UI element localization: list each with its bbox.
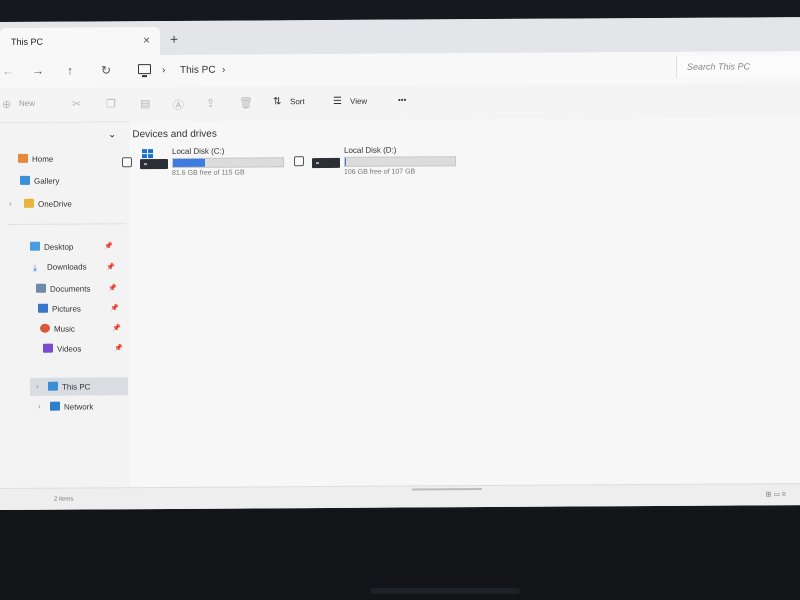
drive-checkbox[interactable] (122, 157, 132, 168)
monitor-stand (370, 588, 520, 594)
drive-item[interactable]: Local Disk (C:) 81.6 GB free of 115 GB (122, 146, 297, 191)
back-icon[interactable]: ← (2, 64, 14, 78)
tab-title: This PC (11, 36, 44, 47)
desktop-icon (30, 241, 40, 251)
drive-usage-bar (172, 157, 284, 168)
sidebar-item-desktop[interactable]: Desktop (30, 241, 74, 252)
up-icon[interactable]: ↑ (67, 64, 73, 78)
drive-checkbox[interactable] (294, 156, 304, 167)
status-bar: 2 items ⊞ ▭ ≡ (0, 483, 800, 511)
drive-name: Local Disk (D:) (344, 145, 397, 155)
rename-icon[interactable]: Ⓐ (173, 97, 184, 113)
sidebar-item-label: Network (64, 402, 94, 412)
drive-free-space: 106 GB free of 107 GB (344, 168, 416, 176)
devices-and-drives-header[interactable]: ⌄ Devices and drives (108, 129, 217, 141)
sidebar-item-label: Home (32, 154, 54, 164)
sidebar-item-home[interactable]: Home (18, 153, 54, 164)
computer-icon (48, 381, 58, 391)
computer-icon (138, 64, 151, 75)
delete-icon[interactable]: 🗑 (239, 96, 253, 109)
more-options-icon[interactable]: ••• (398, 96, 406, 105)
sidebar-item-pictures[interactable]: Pictures (38, 303, 81, 314)
new-icon[interactable]: ⊕ (2, 98, 11, 111)
content-pane: ⌄ Devices and drives Local Disk (C:) 81.6… (108, 117, 800, 488)
sidebar-item-label: OneDrive (38, 199, 72, 209)
view-button[interactable]: View (350, 97, 367, 106)
sidebar-item-network[interactable]: Network (50, 401, 94, 412)
sidebar-item-downloads[interactable]: ⤓ Downloads (33, 262, 87, 273)
pictures-icon (38, 303, 48, 313)
download-icon: ⤓ (33, 262, 37, 273)
pin-icon[interactable]: 📌 (110, 304, 119, 312)
monitor-bezel (0, 510, 800, 600)
breadcrumb-this-pc[interactable]: This PC (180, 65, 216, 76)
sidebar-item-gallery[interactable]: Gallery (20, 175, 60, 186)
address-bar: ← → ↑ ↻ › This PC › Search This PC (0, 51, 800, 88)
sidebar-item-label: Documents (50, 284, 91, 294)
drive-usage-fill (173, 158, 205, 167)
share-icon[interactable]: ⇪ (206, 97, 215, 110)
sidebar-item-label: This PC (62, 382, 91, 392)
breadcrumb-separator-icon[interactable]: › (162, 65, 165, 76)
new-tab-icon[interactable]: + (170, 31, 178, 47)
pin-icon[interactable]: 📌 (108, 284, 117, 292)
sort-icon[interactable]: ⇅ (273, 96, 281, 107)
tab-bar: This PC × + (0, 17, 800, 56)
navigation-pane: Home Gallery › OneDrive Desktop 📌 ⤓ Downl… (0, 121, 130, 488)
expand-onedrive-icon[interactable]: › (9, 199, 12, 208)
gallery-icon (20, 175, 30, 185)
sidebar-item-label: Videos (57, 344, 82, 354)
forward-icon[interactable]: → (32, 64, 44, 78)
search-box[interactable]: Search This PC (676, 55, 800, 78)
tab-this-pc[interactable]: This PC × (0, 27, 160, 56)
sidebar-item-label: Gallery (34, 176, 60, 186)
sidebar-item-label: Pictures (52, 304, 81, 314)
sidebar-divider (8, 223, 126, 225)
hard-drive-icon (140, 158, 168, 170)
drive-free-space: 81.6 GB free of 115 GB (172, 169, 245, 177)
pin-icon[interactable]: 📌 (112, 324, 121, 332)
copy-icon[interactable]: ❐ (106, 97, 116, 110)
sidebar-item-label: Desktop (44, 242, 74, 252)
windows-logo-icon (142, 149, 154, 159)
pin-icon[interactable]: 📌 (114, 344, 123, 352)
drive-usage-fill (345, 157, 347, 166)
network-icon (50, 401, 60, 411)
drive-name: Local Disk (C:) (172, 146, 225, 156)
view-toggle-icons[interactable]: ⊞ ▭ ≡ (766, 490, 786, 498)
documents-icon (36, 283, 46, 293)
new-button[interactable]: New (19, 99, 35, 108)
file-explorer-window: This PC × + ← → ↑ ↻ › This PC › Search T… (0, 17, 800, 511)
sidebar-item-label: Music (54, 324, 75, 334)
cut-icon[interactable]: ✂ (72, 98, 81, 111)
resize-handle[interactable] (412, 488, 482, 491)
music-icon (40, 323, 50, 333)
sidebar-item-onedrive[interactable]: OneDrive (24, 198, 72, 209)
section-title: Devices and drives (132, 128, 217, 141)
refresh-icon[interactable]: ↻ (101, 63, 111, 77)
chevron-down-icon: ⌄ (108, 129, 117, 141)
drive-usage-bar (344, 156, 456, 167)
hard-drive-icon (312, 157, 340, 169)
folder-icon (24, 198, 34, 208)
drive-item[interactable]: Local Disk (D:) 106 GB free of 107 GB (294, 145, 469, 190)
search-input[interactable]: Search This PC (687, 61, 750, 71)
videos-icon (43, 343, 53, 353)
view-icon[interactable]: ☰ (333, 96, 342, 107)
sort-button[interactable]: Sort (290, 97, 305, 106)
sidebar-item-music[interactable]: Music (40, 323, 75, 334)
expand-this-pc-icon[interactable]: › (36, 382, 39, 391)
sidebar-item-documents[interactable]: Documents (36, 283, 91, 294)
pin-icon[interactable]: 📌 (104, 242, 113, 250)
sidebar-item-videos[interactable]: Videos (43, 343, 82, 354)
sidebar-item-this-pc[interactable]: This PC (48, 381, 91, 392)
pin-icon[interactable]: 📌 (106, 263, 115, 271)
expand-network-icon[interactable]: › (38, 402, 41, 411)
close-tab-icon[interactable]: × (143, 33, 150, 47)
sidebar-item-label: Downloads (47, 262, 87, 272)
paste-icon[interactable]: ▤ (140, 97, 150, 110)
item-count: 2 items (54, 496, 74, 503)
breadcrumb-chevron-icon[interactable]: › (222, 65, 225, 76)
home-icon (18, 153, 28, 163)
